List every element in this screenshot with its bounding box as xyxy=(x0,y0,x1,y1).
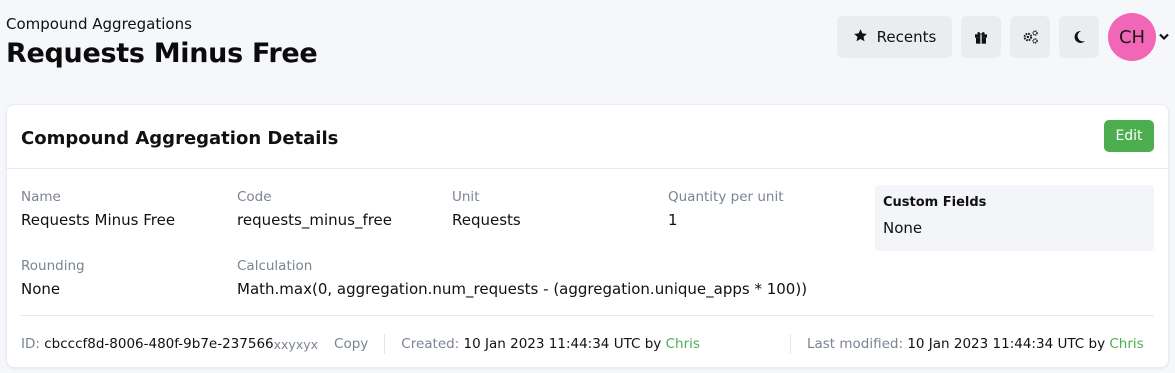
chevron-down-icon[interactable] xyxy=(1159,31,1169,44)
theme-toggle-button[interactable] xyxy=(1059,16,1099,58)
field-name: Name Requests Minus Free xyxy=(21,189,175,229)
field-label: Name xyxy=(21,189,61,205)
id-value: cbcccf8d-8006-480f-9b7e-237566 xyxy=(44,336,274,352)
modified-value: 10 Jan 2023 11:44:34 UTC by xyxy=(907,336,1106,352)
field-value: Math.max(0, aggregation.num_requests - (… xyxy=(237,280,808,298)
settings-button[interactable] xyxy=(1010,16,1050,58)
field-rounding: Rounding None xyxy=(21,258,85,298)
id-label: ID: xyxy=(21,336,40,352)
copy-button[interactable]: Copy xyxy=(334,336,368,352)
moon-icon xyxy=(1071,29,1087,45)
custom-fields-panel: Custom Fields None xyxy=(875,185,1154,251)
field-label: Calculation xyxy=(237,258,313,274)
field-label: Rounding xyxy=(21,258,85,274)
created-by-link[interactable]: Chris xyxy=(666,336,700,352)
cogs-icon xyxy=(1022,29,1039,45)
field-quantity: Quantity per unit 1 xyxy=(668,189,784,229)
field-code: Code requests_minus_free xyxy=(237,189,392,229)
field-value: Requests xyxy=(452,211,521,229)
field-label: Quantity per unit xyxy=(668,189,784,205)
created-label: Created: xyxy=(401,336,460,352)
avatar[interactable]: CH xyxy=(1108,13,1156,61)
recents-button[interactable]: Recents xyxy=(837,16,952,58)
details-card: Compound Aggregation Details Edit Name R… xyxy=(6,104,1169,368)
breadcrumb[interactable]: Compound Aggregations xyxy=(6,15,192,33)
field-value: None xyxy=(21,280,61,298)
field-value: Requests Minus Free xyxy=(21,211,176,229)
id-suffix: xxyxyx xyxy=(273,336,319,352)
created-value: 10 Jan 2023 11:44:34 UTC by xyxy=(463,336,662,352)
recents-label: Recents xyxy=(876,28,937,46)
card-title: Compound Aggregation Details xyxy=(21,128,339,149)
footer-separator xyxy=(384,334,386,354)
footer-separator xyxy=(789,334,791,354)
divider xyxy=(21,315,1154,316)
gift-icon xyxy=(973,29,989,45)
card-header: Compound Aggregation Details Edit xyxy=(7,105,1168,169)
gift-button[interactable] xyxy=(961,16,1001,58)
header-actions: Recents CH xyxy=(837,13,1169,61)
field-value: requests_minus_free xyxy=(237,211,393,229)
page-header: Compound Aggregations Requests Minus Fre… xyxy=(0,0,1175,96)
star-icon xyxy=(853,28,868,47)
card-footer: ID: cbcccf8d-8006-480f-9b7e-237566 xxyxy… xyxy=(21,334,1144,354)
field-value: 1 xyxy=(668,211,678,229)
modified-by-link[interactable]: Chris xyxy=(1109,336,1143,352)
page-title: Requests Minus Free xyxy=(6,38,318,69)
field-calculation: Calculation Math.max(0, aggregation.num_… xyxy=(237,258,807,298)
custom-fields-value: None xyxy=(883,219,923,237)
field-label: Unit xyxy=(452,189,480,205)
field-unit: Unit Requests xyxy=(452,189,521,229)
modified-label: Last modified: xyxy=(806,336,904,352)
field-label: Code xyxy=(237,189,272,205)
custom-fields-title: Custom Fields xyxy=(883,195,987,210)
edit-button[interactable]: Edit xyxy=(1104,120,1154,152)
